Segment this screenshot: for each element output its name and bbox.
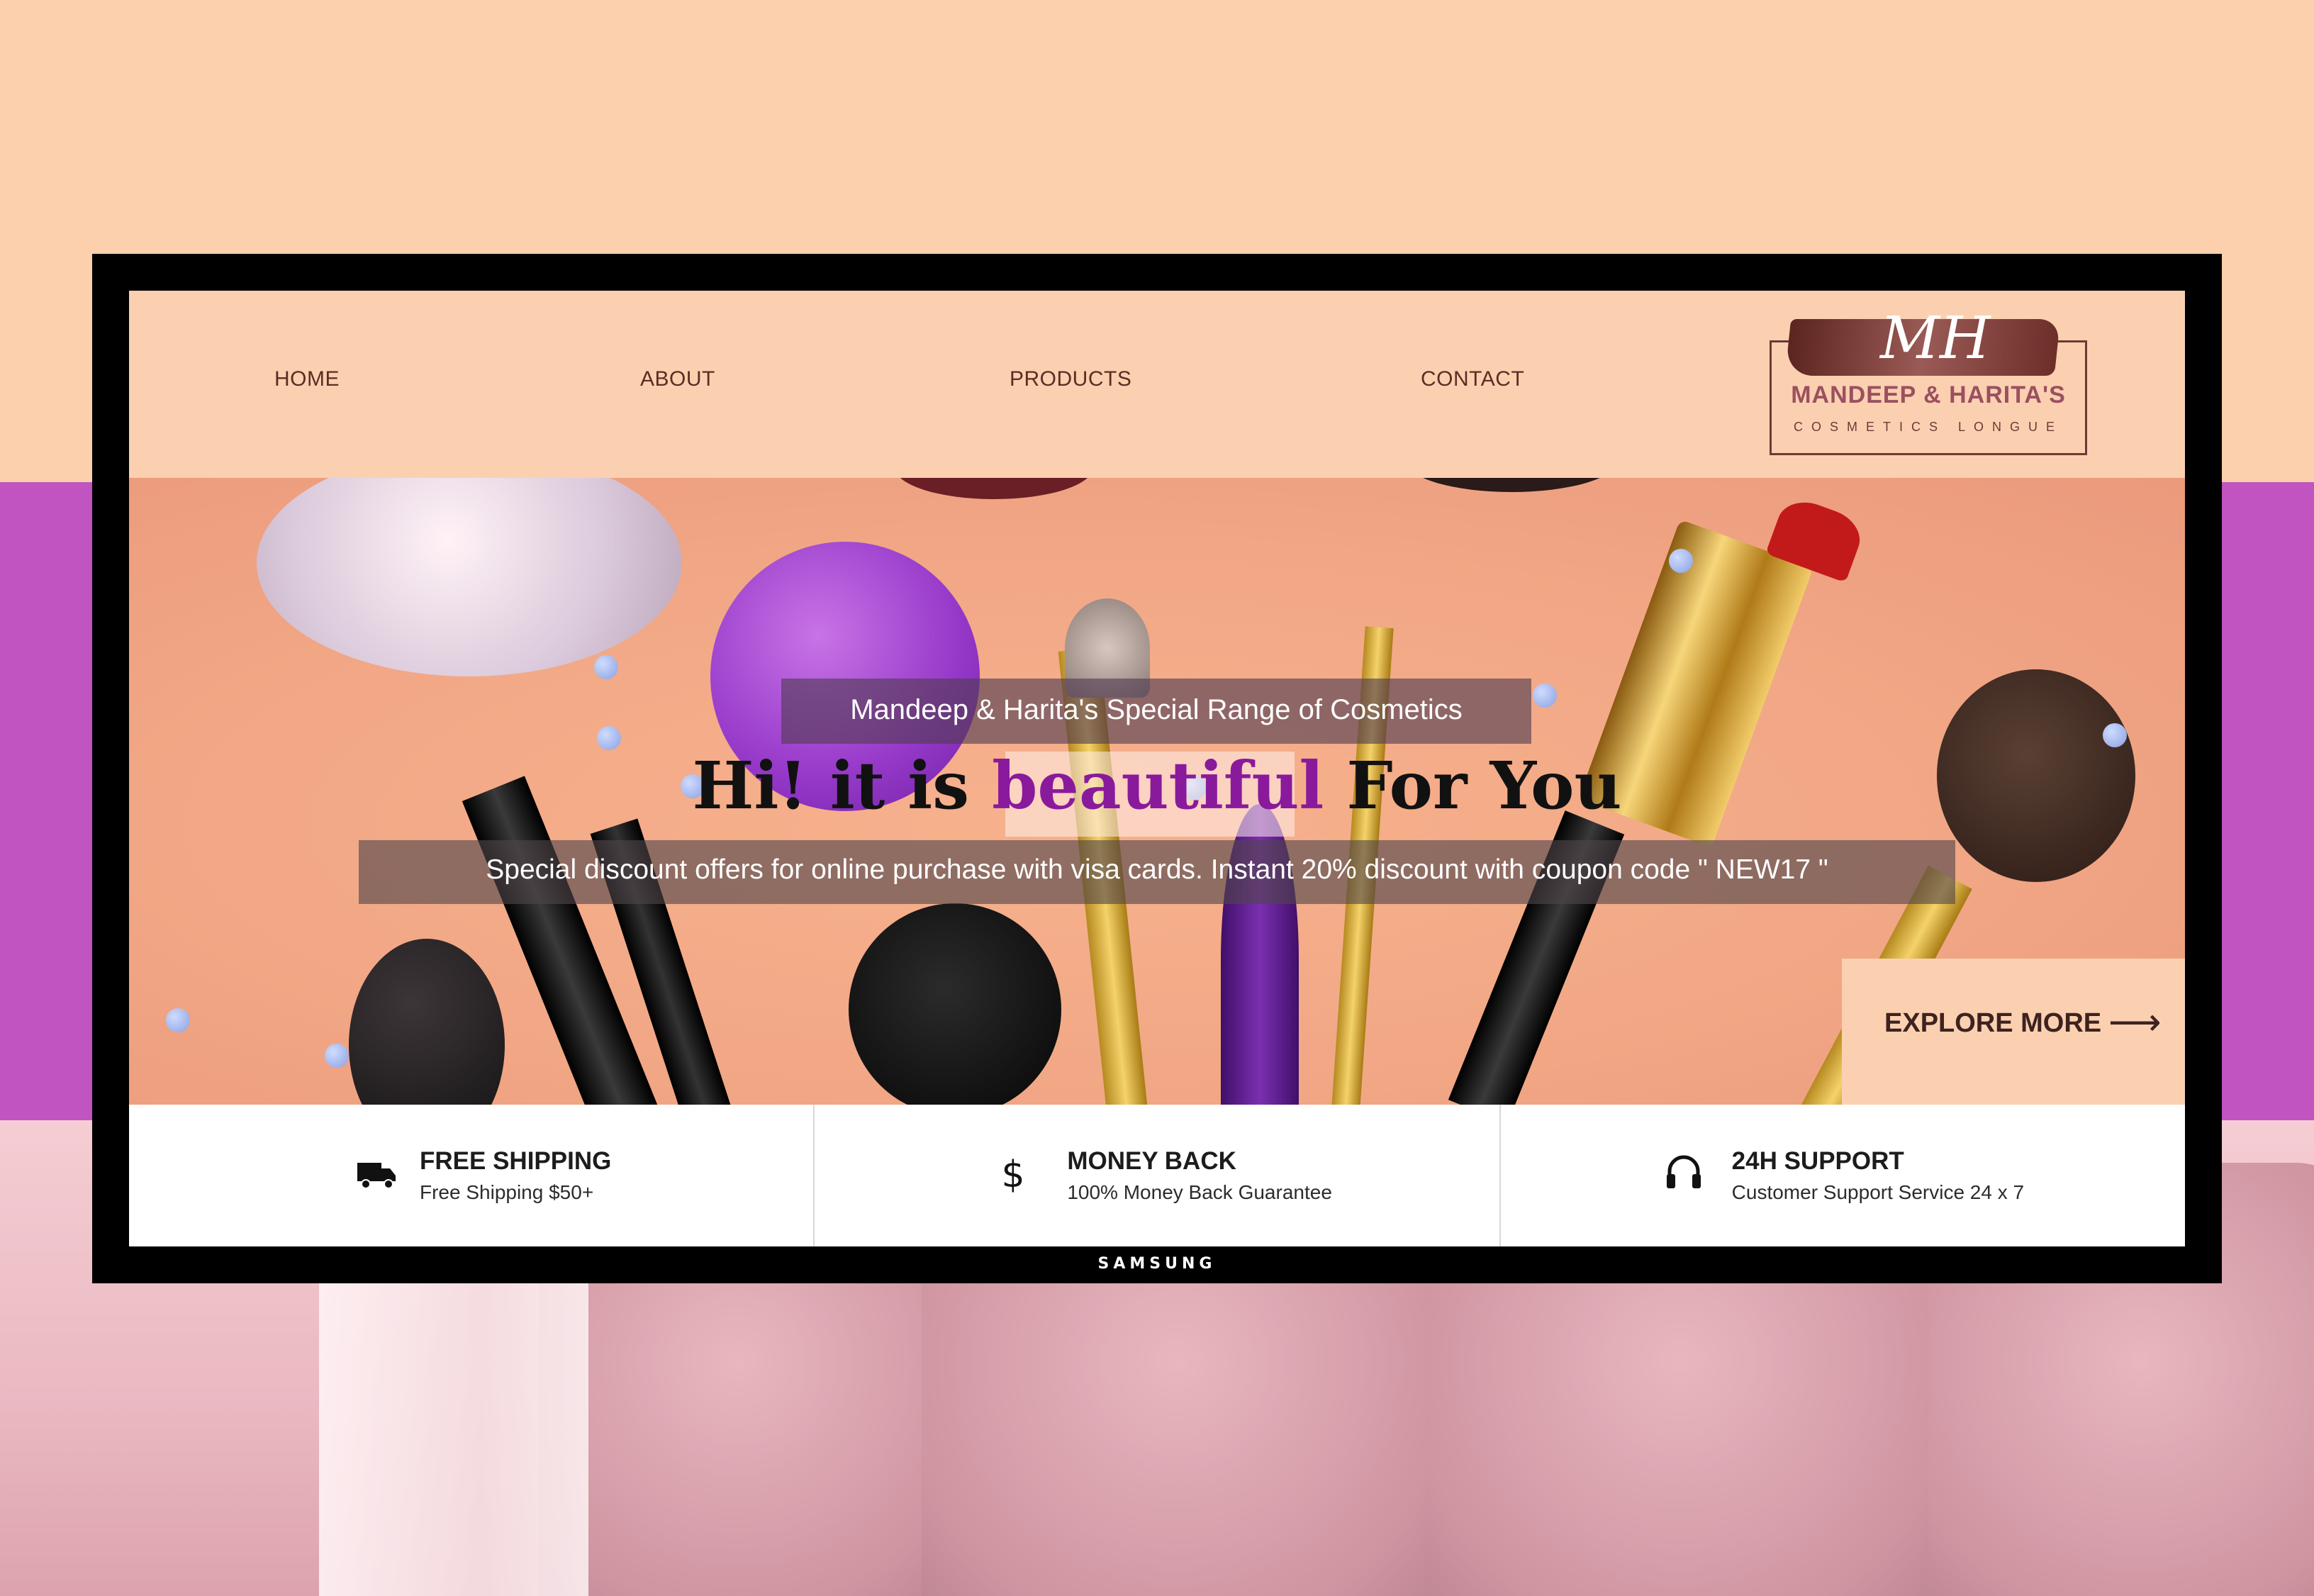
features-bar: FREE SHIPPING Free Shipping $50+ $ MONEY… — [129, 1105, 2185, 1246]
monitor-frame: HOME ABOUT PRODUCTS CONTACT MH MANDEEP &… — [92, 254, 2222, 1283]
feature-24h-support[interactable]: 24H SUPPORT Customer Support Service 24 … — [1501, 1105, 2185, 1246]
arrow-right-icon: ⟶ — [2108, 1002, 2162, 1043]
eyeliner-gel-jar — [849, 903, 1061, 1105]
logo-tagline: COSMETICS LONGUE — [1793, 420, 2064, 434]
feature-title: MONEY BACK — [1067, 1147, 1236, 1175]
hero-subtitle: Mandeep & Harita's Special Range of Cosm… — [850, 694, 1463, 725]
blush-pan — [895, 478, 1093, 499]
decorative-bead — [166, 1008, 190, 1032]
beauty-blender-black — [349, 939, 505, 1105]
nav-home-link[interactable]: HOME — [274, 367, 340, 391]
hero-banner: Mandeep & Harita's Special Range of Cosm… — [129, 478, 2185, 1105]
svg-text:$: $ — [1002, 1154, 1025, 1194]
explore-more-label: EXPLORE MORE — [1884, 1008, 2102, 1038]
hero-title-suffix: For You — [1324, 747, 1622, 824]
feature-title: FREE SHIPPING — [420, 1147, 612, 1175]
compact-powder — [257, 478, 682, 676]
hero-title-prefix: Hi! it is — [692, 747, 993, 824]
website-screen: HOME ABOUT PRODUCTS CONTACT MH MANDEEP &… — [129, 291, 2185, 1246]
decorative-bead — [325, 1044, 349, 1068]
feature-desc: Customer Support Service 24 x 7 — [1731, 1181, 2025, 1203]
logo-name[interactable]: MANDEEP & HARITA'S — [1770, 381, 2087, 409]
nav-about-link[interactable]: ABOUT — [640, 367, 715, 391]
decorative-bead — [1669, 549, 1693, 573]
decorative-bead — [594, 655, 618, 679]
explore-more-button[interactable]: EXPLORE MORE ⟶ — [1842, 959, 2185, 1105]
hero-title-accent: beautiful — [992, 747, 1324, 824]
hero-promo-text: Special discount offers for online purch… — [486, 854, 1828, 885]
monitor-brand-label: SAMSUNG — [1097, 1255, 1217, 1273]
top-navigation: HOME ABOUT PRODUCTS CONTACT MH MANDEEP &… — [129, 291, 2185, 478]
dollar-icon: $ — [1002, 1154, 1025, 1194]
nav-contact-link[interactable]: CONTACT — [1421, 367, 1524, 391]
feature-title: 24H SUPPORT — [1731, 1147, 1904, 1175]
compact-lid — [1405, 478, 1618, 492]
truck-icon — [357, 1163, 396, 1189]
decorative-bead — [1533, 683, 1557, 708]
feature-desc: 100% Money Back Guarantee — [1067, 1181, 1332, 1203]
feature-desc: Free Shipping $50+ — [420, 1181, 594, 1203]
feature-free-shipping[interactable]: FREE SHIPPING Free Shipping $50+ — [129, 1105, 815, 1246]
nav-products-link[interactable]: PRODUCTS — [1010, 367, 1131, 391]
feature-money-back[interactable]: $ MONEY BACK 100% Money Back Guarantee — [815, 1105, 1501, 1246]
decorative-bead — [2103, 723, 2127, 747]
hero-title: Hi! it is beautiful For You — [129, 747, 2185, 824]
decorative-bead — [597, 726, 621, 750]
headset-icon — [1666, 1155, 1701, 1188]
logo-monogram: MH — [1880, 305, 1991, 372]
